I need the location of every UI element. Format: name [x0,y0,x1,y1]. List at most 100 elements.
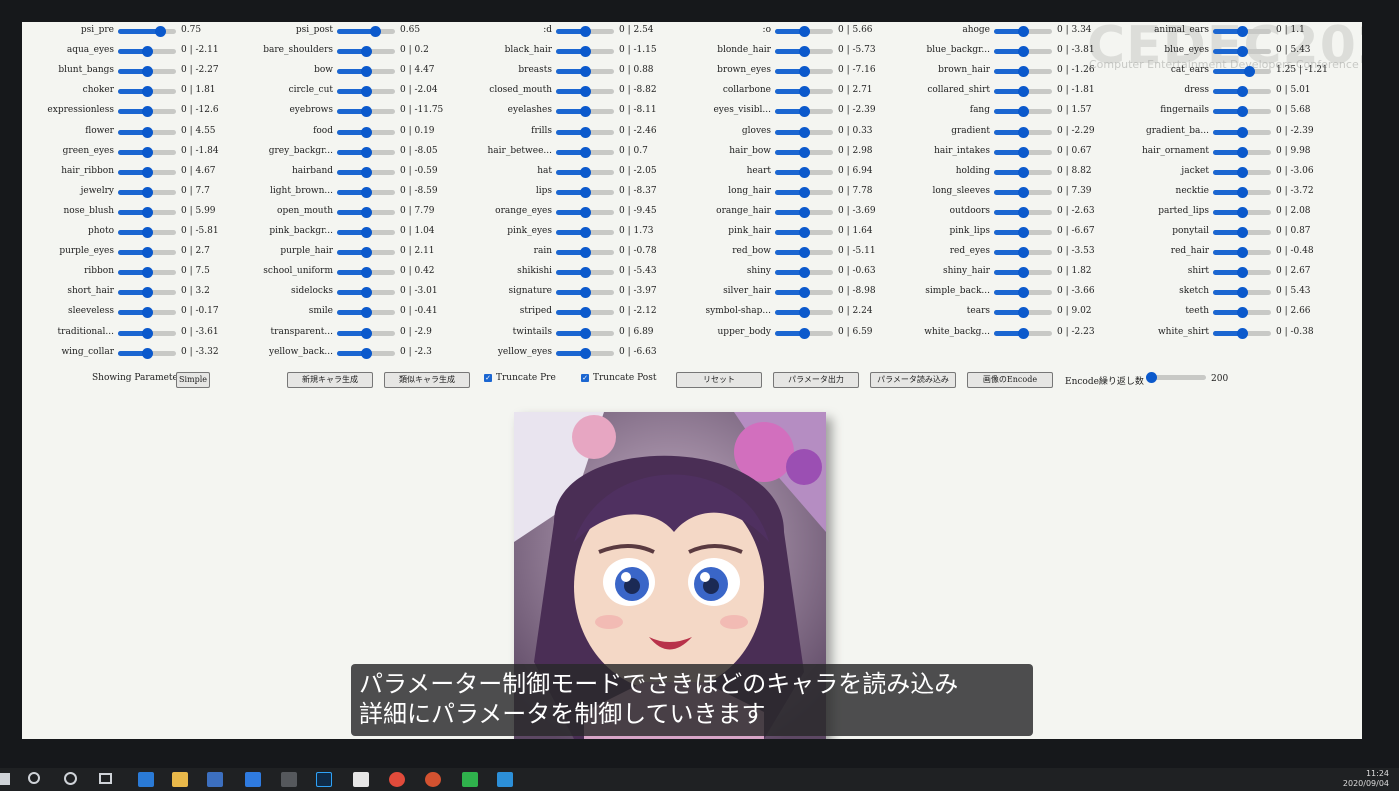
slider-track[interactable] [1213,227,1271,238]
slider-track[interactable] [118,267,176,279]
edge-icon[interactable] [138,772,154,787]
slider-thumb[interactable] [1237,247,1248,259]
slider-track[interactable] [994,106,1052,118]
slider-thumb[interactable] [799,146,810,158]
slider-thumb[interactable] [799,267,810,279]
slider-track[interactable] [118,327,176,339]
slider-track[interactable] [775,227,833,238]
slider-thumb[interactable] [142,327,153,339]
slider-track[interactable] [1213,206,1271,218]
slider-track[interactable] [1213,46,1271,58]
slider-track[interactable] [556,126,614,138]
slider-thumb[interactable] [142,126,153,138]
encode-image-button[interactable]: 画像のEncode [967,372,1053,388]
slider-thumb[interactable] [580,46,591,58]
search-icon[interactable] [28,772,40,784]
slider-thumb[interactable] [799,126,810,138]
slider-track[interactable] [556,106,614,118]
slider-thumb[interactable] [580,327,591,339]
slider-thumb[interactable] [361,347,372,359]
slider-track[interactable] [994,166,1052,178]
truncate-post-checkbox[interactable]: ✓ [581,374,589,382]
slider-thumb[interactable] [799,186,810,198]
slider-track[interactable] [1213,26,1271,37]
slider-track[interactable] [556,267,614,279]
slider-track[interactable] [775,166,833,178]
slider-track[interactable] [994,307,1052,319]
slider-thumb[interactable] [142,206,153,218]
slider-track[interactable] [337,146,395,158]
slider-thumb[interactable] [1237,327,1248,339]
slider-thumb[interactable] [1018,327,1029,339]
slider-track[interactable] [556,186,614,198]
slider-track[interactable] [556,46,614,58]
slider-track[interactable] [118,186,176,198]
slider-track[interactable] [775,46,833,58]
slider-thumb[interactable] [580,66,591,78]
slider-thumb[interactable] [1237,146,1248,158]
slider-thumb[interactable] [1018,46,1029,58]
slider-thumb[interactable] [799,227,810,238]
slider-track[interactable] [1213,146,1271,158]
slider-track[interactable] [337,46,395,58]
slider-track[interactable] [775,66,833,78]
slider-thumb[interactable] [142,166,153,178]
slider-track[interactable] [1213,86,1271,98]
slider-thumb[interactable] [580,166,591,178]
slider-track[interactable] [1213,166,1271,178]
slider-track[interactable] [337,106,395,118]
slider-track[interactable] [118,86,176,98]
camtasia-icon[interactable] [462,772,478,787]
slider-thumb[interactable] [799,86,810,98]
slider-track[interactable] [118,106,176,118]
slider-thumb[interactable] [1237,126,1248,138]
slider-thumb[interactable] [580,267,591,279]
slider-track[interactable] [775,247,833,259]
powerpoint-icon[interactable] [425,772,441,787]
slider-thumb[interactable] [1018,206,1029,218]
slider-track[interactable] [118,146,176,158]
slider-thumb[interactable] [361,146,372,158]
system-clock[interactable]: 11:24 2020/09/04 [1343,769,1389,789]
slider-thumb[interactable] [1237,186,1248,198]
showing-mode-button[interactable]: Simple [176,372,210,388]
slider-track[interactable] [994,206,1052,218]
slider-thumb[interactable] [142,66,153,78]
slider-thumb[interactable] [361,126,372,138]
slider-thumb[interactable] [361,227,372,238]
slider-track[interactable] [118,26,176,37]
slider-thumb[interactable] [361,66,372,78]
slider-thumb[interactable] [1237,287,1248,299]
slider-track[interactable] [1213,307,1271,319]
slider-thumb[interactable] [799,26,810,37]
slider-track[interactable] [556,227,614,238]
slider-thumb[interactable] [1237,46,1248,58]
slider-thumb[interactable] [142,227,153,238]
slider-track[interactable] [994,26,1052,37]
slider-track[interactable] [556,287,614,299]
import-params-button[interactable]: パラメータ読み込み [870,372,956,388]
slider-thumb[interactable] [361,186,372,198]
slider-track[interactable] [994,146,1052,158]
slider-track[interactable] [994,287,1052,299]
slider-thumb[interactable] [1237,267,1248,279]
slider-track[interactable] [994,327,1052,339]
slider-thumb[interactable] [142,267,153,279]
mail-icon[interactable] [245,772,261,787]
store-icon[interactable] [207,772,223,787]
slider-thumb[interactable] [1237,26,1248,37]
app-icon[interactable] [281,772,297,787]
slider-track[interactable] [118,66,176,78]
slider-thumb[interactable] [142,106,153,118]
slider-track[interactable] [118,227,176,238]
slider-thumb[interactable] [1243,66,1255,78]
slider-track[interactable] [1213,267,1271,279]
slider-thumb[interactable] [799,327,810,339]
slider-track[interactable] [994,247,1052,259]
truncate-pre-checkbox[interactable]: ✓ [484,374,492,382]
slider-track[interactable] [118,287,176,299]
slider-thumb[interactable] [799,46,810,58]
slider-thumb[interactable] [799,307,810,319]
slider-thumb[interactable] [1237,206,1248,218]
slider-track[interactable] [1213,247,1271,259]
